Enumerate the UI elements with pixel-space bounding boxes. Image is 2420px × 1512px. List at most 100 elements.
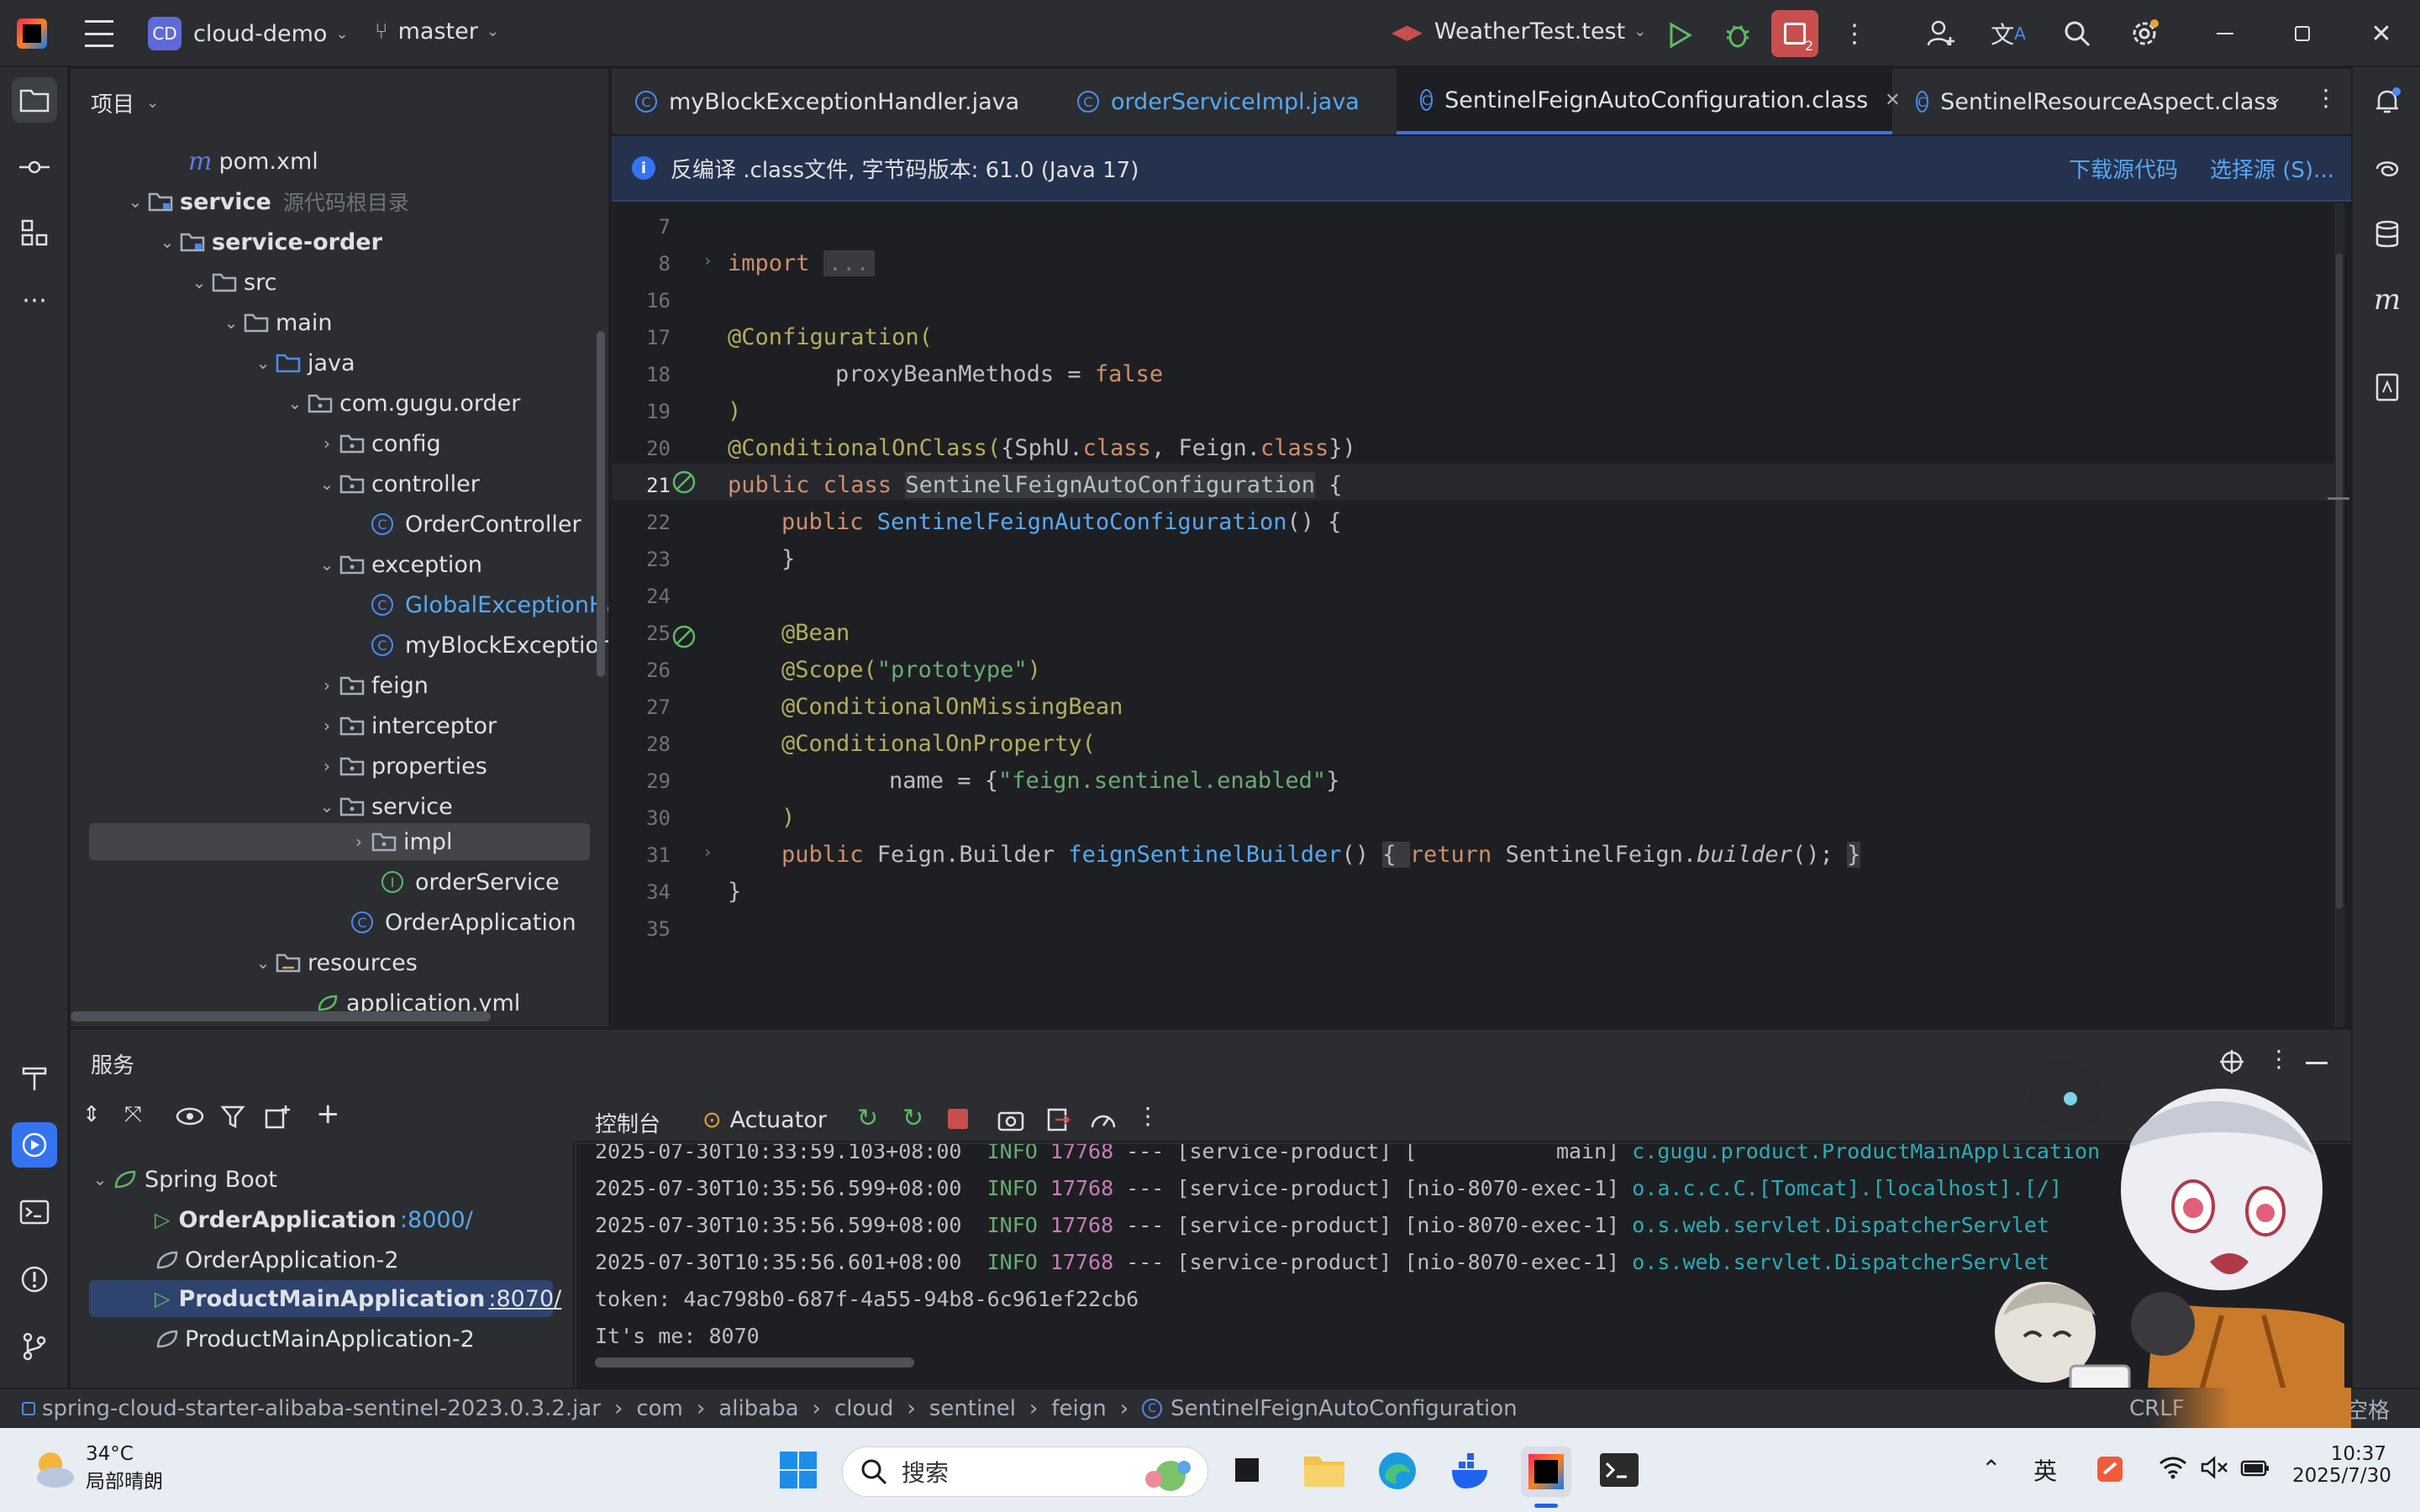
service-item[interactable]: ▷ OrderApplication :8000/ xyxy=(155,1200,473,1240)
folded-brace[interactable]: } xyxy=(1846,842,1861,868)
more-actions-icon[interactable]: ⋮ xyxy=(1842,19,1867,49)
taskbar-search-box[interactable]: 搜索 xyxy=(842,1446,1208,1497)
tree-item[interactable]: ⌄ exception xyxy=(314,544,482,585)
service-item[interactable]: ProductMainApplication-2 xyxy=(155,1319,475,1359)
tray-app-icon[interactable] xyxy=(2096,1455,2124,1483)
collapse-all-icon[interactable]: ⤧ xyxy=(124,1102,142,1128)
indent-indicator[interactable]: 空格 xyxy=(2346,1394,2390,1425)
minimize-window-icon[interactable] xyxy=(2208,18,2242,49)
chevron-down-icon[interactable]: ⌄ xyxy=(250,953,276,973)
folded-brace[interactable]: { xyxy=(1382,842,1410,868)
console-tab[interactable]: 控制台 xyxy=(595,1107,660,1138)
chevron-right-icon[interactable]: › xyxy=(346,832,371,852)
breadcrumb-item[interactable]: SentinelFeignAutoConfiguration xyxy=(1171,1396,1518,1421)
breadcrumb-item[interactable]: spring-cloud-starter-alibaba-sentinel-20… xyxy=(42,1396,601,1421)
choose-sources-link[interactable]: 选择源 (S)... xyxy=(2210,153,2334,184)
close-window-icon[interactable]: ✕ xyxy=(2365,18,2398,49)
chevron-down-icon[interactable]: ⌄ xyxy=(282,393,308,413)
start-button[interactable] xyxy=(778,1450,818,1490)
structure-tool-icon[interactable] xyxy=(12,210,57,255)
terminal-tool-icon[interactable] xyxy=(12,1189,57,1235)
more-options-icon[interactable]: ⋮ xyxy=(1136,1102,1160,1130)
run-config-selector[interactable]: ◀▶ WeatherTest.test ⌄ xyxy=(1392,18,1646,45)
docker-icon[interactable] xyxy=(1450,1452,1492,1490)
terminal-taskbar-icon[interactable] xyxy=(1598,1452,1640,1488)
chevron-down-icon[interactable]: ⌄ xyxy=(218,312,244,333)
actuator-tab[interactable]: ⊙ Actuator xyxy=(702,1107,827,1133)
tree-item[interactable]: ⌄ service xyxy=(314,786,453,827)
service-port-link[interactable]: :8000/ xyxy=(400,1207,473,1233)
bean-gutter-icon[interactable] xyxy=(671,469,699,497)
service-item[interactable]: ▷ ProductMainApplication :8070/ xyxy=(155,1278,561,1319)
more-tools-icon[interactable]: ⋯ xyxy=(12,277,57,323)
breadcrumb-item[interactable]: cloud xyxy=(834,1396,893,1421)
filter-icon[interactable] xyxy=(220,1104,249,1131)
project-switcher[interactable]: CD cloud-demo ⌄ xyxy=(148,17,349,50)
tree-item[interactable]: ⌄ service-order xyxy=(155,222,382,262)
tree-item[interactable]: › feign xyxy=(314,665,429,706)
volume-muted-icon[interactable] xyxy=(2200,1455,2230,1480)
rerun-icon[interactable]: ↻ xyxy=(857,1104,878,1133)
chevron-down-icon[interactable]: ⌄ xyxy=(250,353,276,373)
breadcrumb-item[interactable]: sentinel xyxy=(929,1396,1016,1421)
branch-switcher[interactable]: ⑂ master ⌄ xyxy=(375,18,499,45)
chevron-down-icon[interactable]: ⌄ xyxy=(123,192,148,212)
bookmarks-icon[interactable] xyxy=(2365,365,2410,410)
main-menu-icon[interactable] xyxy=(82,20,116,47)
screenshot-icon[interactable] xyxy=(997,1107,1025,1132)
project-panel-header[interactable]: 项目 ⌄ xyxy=(71,69,608,136)
build-tool-icon[interactable] xyxy=(12,1055,57,1100)
folded-region[interactable]: ... xyxy=(823,250,875,276)
show-icon[interactable] xyxy=(175,1104,205,1129)
commit-tool-icon[interactable] xyxy=(12,144,57,190)
tree-item[interactable]: › properties xyxy=(314,746,487,786)
chevron-down-icon[interactable]: ⌄ xyxy=(87,1169,113,1189)
tab-more-icon[interactable]: ⋮ xyxy=(2314,84,2338,112)
breadcrumb-item[interactable]: feign xyxy=(1051,1396,1106,1421)
database-icon[interactable] xyxy=(2365,212,2410,257)
notifications-bell-icon[interactable] xyxy=(2365,79,2410,124)
task-view-icon[interactable] xyxy=(1230,1453,1264,1487)
fold-chevron-icon[interactable]: › xyxy=(702,842,713,862)
search-icon[interactable] xyxy=(2060,17,2094,50)
tab-list-chevron-icon[interactable]: ⌄ xyxy=(2267,87,2282,108)
debug-icon[interactable] xyxy=(1721,18,1754,52)
tree-item[interactable]: › config xyxy=(314,423,441,464)
stop-icon[interactable] xyxy=(948,1109,968,1129)
weather-widget[interactable]: 34°C 局部晴朗 xyxy=(30,1443,163,1494)
breadcrumb-item[interactable]: com xyxy=(636,1396,683,1421)
console-horizontal-scrollbar[interactable] xyxy=(595,1357,914,1368)
breadcrumb-item[interactable]: alibaba xyxy=(718,1396,798,1421)
git-tool-icon[interactable] xyxy=(12,1324,57,1369)
tree-item[interactable]: › interceptor xyxy=(314,706,497,746)
chevron-down-icon[interactable]: ⌄ xyxy=(187,272,212,292)
battery-icon[interactable] xyxy=(2240,1457,2270,1480)
ai-assistant-icon[interactable] xyxy=(2365,146,2410,192)
service-item[interactable]: OrderApplication-2 xyxy=(155,1240,399,1280)
tree-item[interactable]: ⌄ service 源代码根目录 xyxy=(123,181,409,222)
maven-tool-icon[interactable]: m xyxy=(2365,277,2410,323)
tree-item[interactable]: C OrderApplication xyxy=(351,902,576,942)
chevron-right-icon[interactable]: › xyxy=(314,675,339,696)
tree-item[interactable]: ⌄ resources xyxy=(250,942,418,983)
tree-item[interactable]: ⌄ java xyxy=(250,343,355,383)
services-group[interactable]: ⌄ Spring Boot xyxy=(87,1159,277,1200)
tree-item[interactable]: I orderService xyxy=(381,862,560,902)
project-horizontal-scrollbar[interactable] xyxy=(71,1011,491,1021)
input-method-indicator[interactable]: 英 xyxy=(2033,1453,2057,1487)
new-group-icon[interactable] xyxy=(264,1104,292,1131)
editor-scrollbar-thumb[interactable] xyxy=(2336,254,2343,909)
service-port-link[interactable]: :8070/ xyxy=(488,1286,561,1312)
tree-item[interactable]: ⌄ controller xyxy=(314,464,480,504)
settings-gear-icon[interactable] xyxy=(2128,17,2161,50)
tree-item[interactable]: ⌄ com.gugu.order xyxy=(282,383,521,423)
intellij-taskbar-icon[interactable] xyxy=(1521,1446,1571,1497)
chevron-right-icon[interactable]: › xyxy=(314,756,339,776)
tree-item[interactable]: C GlobalExceptionHa xyxy=(371,585,608,625)
code-view[interactable]: 7 8 16 17 18 19 20 21 22 23 24 25 26 27 … xyxy=(612,203,2351,1026)
editor-tab[interactable]: C SentinelResourceAspect.class xyxy=(1892,69,2278,134)
add-user-icon[interactable] xyxy=(1924,17,1958,50)
chevron-down-icon[interactable]: ⌄ xyxy=(314,796,339,816)
exit-icon[interactable] xyxy=(1045,1107,1071,1132)
problems-tool-icon[interactable] xyxy=(12,1257,57,1302)
